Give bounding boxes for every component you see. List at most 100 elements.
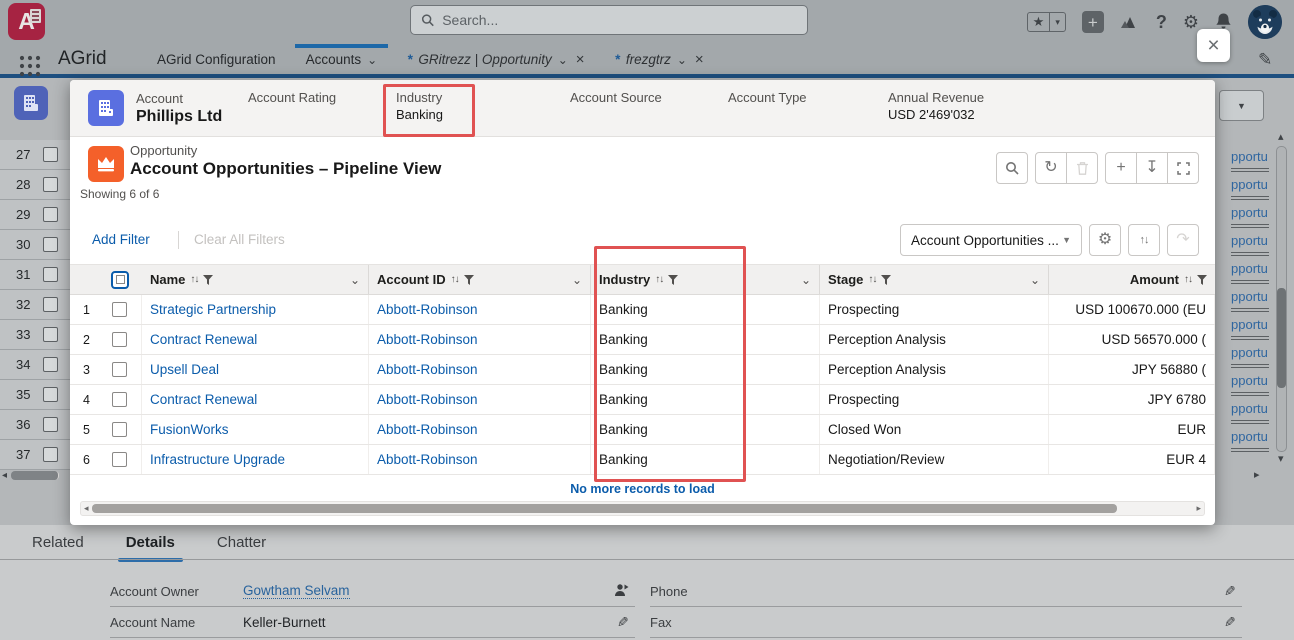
tab-related[interactable]: Related <box>26 532 90 553</box>
opportunity-name-link[interactable]: Strategic Partnership <box>150 302 276 317</box>
account-id-link[interactable]: Abbott-Robinson <box>377 302 478 317</box>
favorites-button[interactable]: ★ ▾ <box>1026 12 1066 32</box>
scroll-up-icon[interactable]: ▴ <box>1278 132 1284 143</box>
column-header-account-id[interactable]: Account ID ↑↓ ⌄ <box>369 265 591 294</box>
opportunity-link[interactable]: pportu <box>1231 289 1268 304</box>
row-checkbox[interactable] <box>112 362 127 377</box>
row-checkbox[interactable] <box>112 302 127 317</box>
column-menu-icon[interactable]: ⌄ <box>572 273 582 287</box>
trailhead-icon[interactable] <box>1120 13 1140 32</box>
background-vscrollbar-thumb[interactable] <box>1277 288 1286 388</box>
chevron-down-icon[interactable]: ⌄ <box>677 53 687 67</box>
add-button[interactable]: + <box>1105 152 1137 184</box>
scroll-right-icon[interactable]: ▸ <box>1254 470 1260 481</box>
row-checkbox[interactable] <box>43 417 59 432</box>
column-header-stage[interactable]: Stage ↑↓ ⌄ <box>820 265 1049 294</box>
opportunity-name-link[interactable]: Contract Renewal <box>150 392 257 407</box>
opportunity-link[interactable]: pportu <box>1231 205 1268 220</box>
scroll-right-icon[interactable]: ▸ <box>1193 504 1204 513</box>
help-icon[interactable]: ? <box>1156 13 1167 31</box>
edit-pencil-icon[interactable]: ✎ <box>617 614 629 631</box>
tab-chatter[interactable]: Chatter <box>211 532 272 553</box>
sort-button[interactable]: ↑↓ <box>1128 224 1160 256</box>
nav-tab-agrid-configuration[interactable]: AGrid Configuration <box>146 44 287 75</box>
gear-button[interactable]: ⚙ <box>1089 224 1121 256</box>
field-action[interactable]: ✎ <box>1224 614 1242 631</box>
row-checkbox[interactable] <box>43 327 59 342</box>
row-checkbox[interactable] <box>43 297 59 312</box>
scroll-left-icon[interactable]: ◂ <box>2 470 7 481</box>
account-id-link[interactable]: Abbott-Robinson <box>377 452 478 467</box>
tab-details[interactable]: Details <box>117 532 184 562</box>
opportunity-name-link[interactable]: Infrastructure Upgrade <box>150 452 285 467</box>
grid-hscrollbar[interactable]: ◂ ▸ <box>80 501 1205 516</box>
chevron-down-icon[interactable]: ⌄ <box>367 53 377 67</box>
setup-gear-icon[interactable]: ⚙ <box>1183 13 1199 31</box>
change-owner-icon[interactable] <box>614 583 629 597</box>
close-tab-icon[interactable]: × <box>695 51 704 68</box>
clear-all-filters-link[interactable]: Clear All Filters <box>194 232 285 247</box>
close-modal-button[interactable]: × <box>1197 29 1230 62</box>
field-value[interactable]: Gowtham Selvam <box>243 583 350 599</box>
scroll-down-icon[interactable]: ▾ <box>1278 454 1284 465</box>
opportunity-link[interactable]: pportu <box>1231 429 1268 444</box>
grid-hscrollbar-thumb[interactable] <box>91 504 1118 513</box>
account-id-link[interactable]: Abbott-Robinson <box>377 362 478 377</box>
row-checkbox[interactable] <box>43 147 59 162</box>
edit-pencil-icon[interactable]: ✎ <box>1224 614 1236 631</box>
column-menu-icon[interactable]: ⌄ <box>350 273 360 287</box>
view-selector[interactable]: Account Opportunities ... ▼ <box>900 224 1082 256</box>
opportunity-link[interactable]: pportu <box>1231 401 1268 416</box>
download-button[interactable]: ↧ <box>1136 152 1168 184</box>
row-checkbox[interactable] <box>112 452 127 467</box>
row-checkbox[interactable] <box>43 447 59 462</box>
nav-tab-accounts[interactable]: Accounts ⌄ <box>294 44 389 75</box>
global-add-button[interactable]: + <box>1081 11 1104 33</box>
row-checkbox[interactable] <box>43 267 59 282</box>
account-id-link[interactable]: Abbott-Robinson <box>377 422 478 437</box>
column-header-amount[interactable]: Amount ↑↓ <box>1049 265 1215 294</box>
app-launcher-icon[interactable] <box>18 53 44 79</box>
column-header-name[interactable]: Name ↑↓ ⌄ <box>142 265 369 294</box>
nav-tab-frezgtrz[interactable]: * frezgtrz ⌄ × <box>604 44 715 75</box>
opportunity-link[interactable]: pportu <box>1231 373 1268 388</box>
chevron-down-icon[interactable]: ⌄ <box>558 53 568 67</box>
add-filter-link[interactable]: Add Filter <box>92 232 150 247</box>
user-avatar[interactable] <box>1248 5 1282 39</box>
no-more-records-message[interactable]: No more records to load <box>70 482 1215 496</box>
background-hscrollbar-left[interactable]: ◂ <box>2 470 60 481</box>
column-menu-icon[interactable]: ⌄ <box>1030 273 1040 287</box>
opportunity-link[interactable]: pportu <box>1231 149 1268 164</box>
account-name[interactable]: Phillips Ltd <box>136 108 222 125</box>
opportunity-link[interactable]: pportu <box>1231 261 1268 276</box>
row-checkbox[interactable] <box>43 207 59 222</box>
field-action[interactable]: ✎ <box>1224 583 1242 600</box>
close-tab-icon[interactable]: × <box>576 51 585 68</box>
field-action[interactable] <box>614 583 635 600</box>
favorites-dropdown-icon[interactable]: ▾ <box>1049 13 1065 31</box>
opportunity-name-link[interactable]: FusionWorks <box>150 422 229 437</box>
global-search-input[interactable] <box>442 12 797 28</box>
search-button[interactable] <box>996 152 1028 184</box>
inline-edit-pencil-icon[interactable]: ✎ <box>1258 50 1272 70</box>
edit-pencil-icon[interactable]: ✎ <box>1224 583 1236 600</box>
row-checkbox[interactable] <box>43 237 59 252</box>
expand-button[interactable] <box>1167 152 1199 184</box>
refresh-button[interactable]: ↻ <box>1035 152 1067 184</box>
opportunity-name-link[interactable]: Upsell Deal <box>150 362 219 377</box>
column-menu-icon[interactable]: ⌄ <box>801 273 811 287</box>
account-id-link[interactable]: Abbott-Robinson <box>377 332 478 347</box>
field-action[interactable]: ✎ <box>617 614 635 631</box>
opportunity-name-link[interactable]: Contract Renewal <box>150 332 257 347</box>
opportunity-link[interactable]: pportu <box>1231 233 1268 248</box>
row-checkbox[interactable] <box>43 387 59 402</box>
nav-tab-gritrezz-opportunity[interactable]: * GRitrezz | Opportunity ⌄ × <box>396 44 595 75</box>
row-checkbox[interactable] <box>112 392 127 407</box>
scroll-left-icon[interactable]: ◂ <box>81 504 92 513</box>
opportunity-link[interactable]: pportu <box>1231 345 1268 360</box>
background-dropdown-button[interactable]: ▼ <box>1219 90 1264 121</box>
row-checkbox[interactable] <box>43 177 59 192</box>
opportunity-link[interactable]: pportu <box>1231 177 1268 192</box>
row-checkbox[interactable] <box>112 332 127 347</box>
global-search[interactable] <box>410 5 808 35</box>
